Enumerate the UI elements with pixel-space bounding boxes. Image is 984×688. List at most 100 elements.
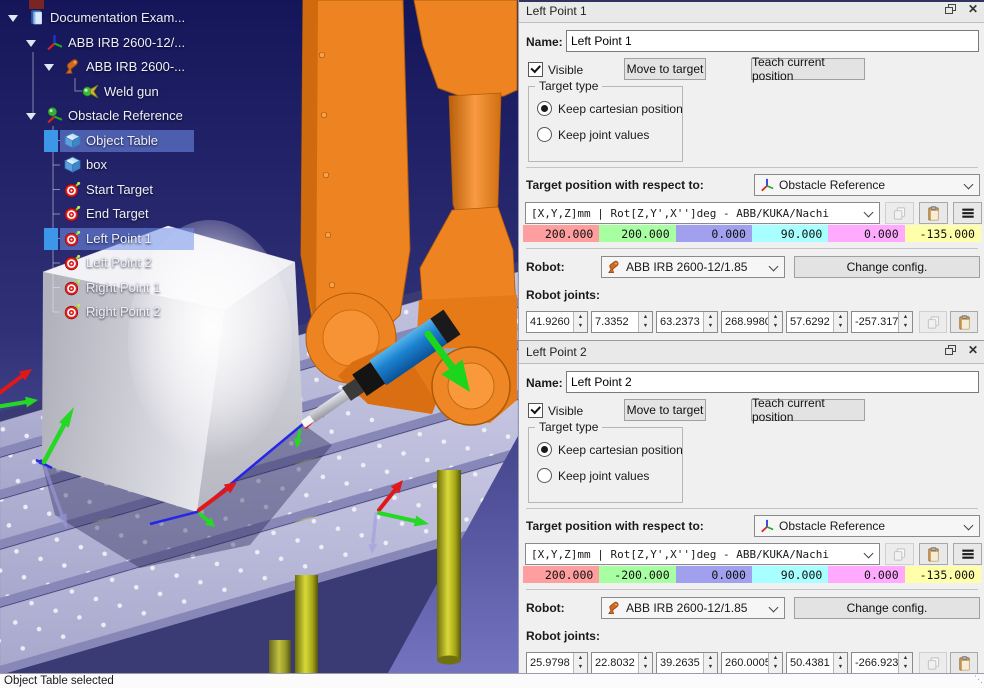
pose-value-6[interactable]: -135.000	[905, 225, 981, 242]
pose-value-4[interactable]: 90.000	[752, 225, 828, 242]
copy-button[interactable]	[919, 311, 947, 333]
pose-value-5[interactable]: 0.000	[828, 566, 904, 583]
spinner-arrows-icon[interactable]: ▲▼	[768, 653, 782, 673]
paste-button[interactable]	[919, 543, 948, 565]
joint-4-spinbox[interactable]: 268.9980▲▼	[721, 311, 783, 333]
tree-item-label: Left Point 1	[86, 231, 152, 246]
tree-item-obstacle-reference[interactable]: Obstacle Reference	[0, 105, 518, 127]
joint-6-value: -266.923	[852, 653, 898, 673]
pose-value-5[interactable]: 0.000	[828, 225, 904, 242]
visible-checkbox[interactable]	[528, 403, 543, 418]
tree-item-right-point-1[interactable]: Right Point 1	[0, 277, 518, 299]
spinner-arrows-icon[interactable]: ▲▼	[833, 312, 847, 332]
joint-4-spinbox[interactable]: 260.0005▲▼	[721, 652, 783, 674]
panel-titlebar[interactable]: Left Point 1 ✕	[519, 0, 984, 23]
spinner-arrows-icon[interactable]: ▲▼	[573, 653, 587, 673]
tree-item-left-point-1[interactable]: Left Point 1	[0, 228, 518, 250]
pose-value-3[interactable]: 0.000	[676, 566, 752, 583]
copy-button[interactable]	[885, 202, 914, 224]
tree-item-abb-irb-2600-12[interactable]: ABB IRB 2600-12/...	[0, 32, 518, 54]
tree-item-left-point-2[interactable]: Left Point 2	[0, 252, 518, 274]
target-icon	[64, 254, 81, 271]
joint-2-spinbox[interactable]: 7.3352▲▼	[591, 311, 653, 333]
spinner-arrows-icon[interactable]: ▲▼	[638, 312, 652, 332]
keep-joint-values-radio[interactable]	[537, 468, 552, 483]
frame-icon	[46, 34, 63, 51]
robot-combobox[interactable]: ABB IRB 2600-12/1.85	[601, 256, 785, 278]
spinner-arrows-icon[interactable]: ▲▼	[638, 653, 652, 673]
close-icon[interactable]: ✕	[968, 3, 978, 15]
copy-button[interactable]	[919, 652, 947, 674]
joint-5-spinbox[interactable]: 57.6292▲▼	[786, 311, 848, 333]
tree-item-weld-gun[interactable]: Weld gun	[0, 81, 518, 103]
tree-item-abb-irb-2600[interactable]: ABB IRB 2600-...	[0, 56, 518, 78]
panel-titlebar[interactable]: Left Point 2 ✕	[519, 341, 984, 364]
tree-item-box[interactable]: box	[0, 154, 518, 176]
paste-button[interactable]	[919, 202, 948, 224]
float-window-icon[interactable]	[945, 345, 956, 355]
joint-2-spinbox[interactable]: 22.8032▲▼	[591, 652, 653, 674]
change-config-button[interactable]: Change config.	[794, 597, 980, 619]
keep-cartesian-radio[interactable]	[537, 101, 552, 116]
name-input[interactable]	[566, 30, 979, 52]
expand-arrow-icon[interactable]	[26, 40, 36, 47]
copy-button[interactable]	[885, 543, 914, 565]
spinner-arrows-icon[interactable]: ▲▼	[703, 653, 717, 673]
tree-item-object-table[interactable]: Object Table	[0, 130, 518, 152]
reference-combobox[interactable]: Obstacle Reference	[754, 174, 980, 196]
window-edge	[519, 0, 984, 2]
joint-3-spinbox[interactable]: 39.2635▲▼	[656, 652, 718, 674]
spinner-arrows-icon[interactable]: ▲▼	[703, 312, 717, 332]
chevron-down-icon	[964, 521, 974, 531]
joint-5-spinbox[interactable]: 50.4381▲▼	[786, 652, 848, 674]
name-input[interactable]	[566, 371, 979, 393]
menu-button[interactable]	[953, 543, 982, 565]
joint-6-spinbox[interactable]: -257.317▲▼	[851, 311, 913, 333]
robot-combobox[interactable]: ABB IRB 2600-12/1.85	[601, 597, 785, 619]
pose-value-6[interactable]: -135.000	[905, 566, 981, 583]
pose-value-2[interactable]: 200.000	[599, 225, 675, 242]
teach-current-position-button[interactable]: Teach current position	[751, 58, 865, 80]
paste-icon	[957, 315, 972, 330]
float-window-icon[interactable]	[945, 4, 956, 14]
joint-3-spinbox[interactable]: 63.2373▲▼	[656, 311, 718, 333]
keep-cartesian-label: Keep cartesian position	[558, 102, 683, 116]
menu-button[interactable]	[953, 202, 982, 224]
expand-arrow-icon[interactable]	[8, 15, 18, 22]
joint-1-spinbox[interactable]: 41.9260▲▼	[526, 311, 588, 333]
reference-combobox[interactable]: Obstacle Reference	[754, 515, 980, 537]
pose-value-2[interactable]: -200.000	[599, 566, 675, 583]
expand-arrow-icon[interactable]	[44, 64, 54, 71]
keep-joint-values-radio[interactable]	[537, 127, 552, 142]
keep-cartesian-radio[interactable]	[537, 442, 552, 457]
target-icon	[64, 279, 81, 296]
move-to-target-button[interactable]: Move to target	[624, 399, 706, 421]
change-config-button[interactable]: Change config.	[794, 256, 980, 278]
tree-item-documentation-exam[interactable]: Documentation Exam...	[0, 7, 518, 29]
paste-button[interactable]	[950, 652, 978, 674]
tree-item-right-point-2[interactable]: Right Point 2	[0, 301, 518, 323]
resize-grip-icon[interactable]: ⋱	[974, 674, 983, 685]
tree-item-start-target[interactable]: Start Target	[0, 179, 518, 201]
3d-viewport[interactable]: Documentation Exam... ABB IRB 2600-12/...…	[0, 0, 518, 673]
spinner-arrows-icon[interactable]: ▲▼	[573, 312, 587, 332]
pose-value-1[interactable]: 200.000	[523, 225, 599, 242]
spinner-arrows-icon[interactable]: ▲▼	[768, 312, 782, 332]
tree-item-end-target[interactable]: End Target	[0, 203, 518, 225]
close-icon[interactable]: ✕	[968, 344, 978, 356]
paste-button[interactable]	[950, 311, 978, 333]
spinner-arrows-icon[interactable]: ▲▼	[833, 653, 847, 673]
teach-current-position-button[interactable]: Teach current position	[751, 399, 865, 421]
pose-format-combobox[interactable]: [X,Y,Z]mm | Rot[Z,Y',X'']deg - ABB/KUKA/…	[525, 202, 880, 224]
pose-value-4[interactable]: 90.000	[752, 566, 828, 583]
pose-value-1[interactable]: 200.000	[523, 566, 599, 583]
joint-6-spinbox[interactable]: -266.923▲▼	[851, 652, 913, 674]
pose-format-combobox[interactable]: [X,Y,Z]mm | Rot[Z,Y',X'']deg - ABB/KUKA/…	[525, 543, 880, 565]
move-to-target-button[interactable]: Move to target	[624, 58, 706, 80]
spinner-arrows-icon[interactable]: ▲▼	[898, 312, 912, 332]
expand-arrow-icon[interactable]	[26, 113, 36, 120]
joint-1-spinbox[interactable]: 25.9798▲▼	[526, 652, 588, 674]
pose-value-3[interactable]: 0.000	[676, 225, 752, 242]
visible-checkbox[interactable]	[528, 62, 543, 77]
spinner-arrows-icon[interactable]: ▲▼	[898, 653, 912, 673]
